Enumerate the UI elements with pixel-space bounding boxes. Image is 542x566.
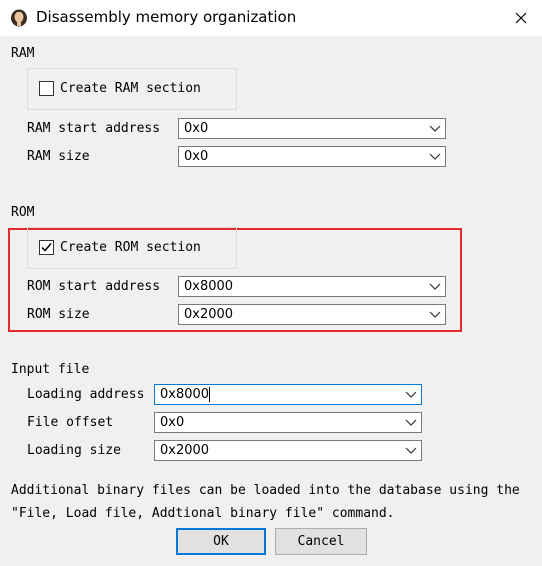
rom-start-label: ROM start address [27,279,161,294]
loading-size-value: 0x2000 [160,443,210,458]
chevron-down-icon [429,153,441,160]
window-title: Disassembly memory organization [36,8,297,26]
file-offset-label: File offset [27,415,114,430]
file-offset-combo[interactable]: 0x0 [154,412,422,433]
chevron-down-icon [429,311,441,318]
rom-section-label: ROM [11,205,35,220]
loading-address-combo[interactable]: 0x8000 [154,384,422,405]
text-caret [209,387,210,402]
ram-section-label: RAM [11,46,35,61]
chevron-down-icon [429,283,441,290]
rom-size-combo[interactable]: 0x2000 [178,304,446,325]
ram-create-checkbox[interactable] [39,81,54,96]
rom-start-combo[interactable]: 0x8000 [178,276,446,297]
loading-size-label: Loading size [27,443,121,458]
info-text-line2: "File, Load file, Addtional binary file"… [11,506,395,521]
app-icon [9,7,29,27]
loading-address-value[interactable]: 0x8000 [160,387,209,402]
ram-start-label: RAM start address [27,121,161,136]
ram-size-combo[interactable]: 0x0 [178,146,446,167]
input-file-section-label: Input file [11,362,90,377]
chevron-down-icon [405,419,417,426]
ram-size-value: 0x0 [184,149,209,164]
loading-address-label: Loading address [27,387,145,402]
chevron-down-icon [405,447,417,454]
rom-size-label: ROM size [27,307,90,322]
info-text-line1: Additional binary files can be loaded in… [11,483,520,498]
rom-size-value: 0x2000 [184,307,234,322]
rom-create-checkbox[interactable] [39,240,54,255]
ram-create-label[interactable]: Create RAM section [60,81,201,96]
close-icon [515,12,527,24]
file-offset-value: 0x0 [160,415,185,430]
ram-start-combo[interactable]: 0x0 [178,118,446,139]
ram-size-label: RAM size [27,149,90,164]
title-bar: Disassembly memory organization [0,0,542,36]
rom-create-label[interactable]: Create ROM section [60,240,201,255]
cancel-button[interactable]: Cancel [275,528,367,555]
chevron-down-icon [405,391,417,398]
loading-size-combo[interactable]: 0x2000 [154,440,422,461]
ok-button[interactable]: OK [176,528,266,555]
rom-start-value: 0x8000 [184,279,234,294]
chevron-down-icon [429,125,441,132]
close-button[interactable] [500,0,542,36]
ram-start-value: 0x0 [184,121,209,136]
checkmark-icon [41,243,52,252]
